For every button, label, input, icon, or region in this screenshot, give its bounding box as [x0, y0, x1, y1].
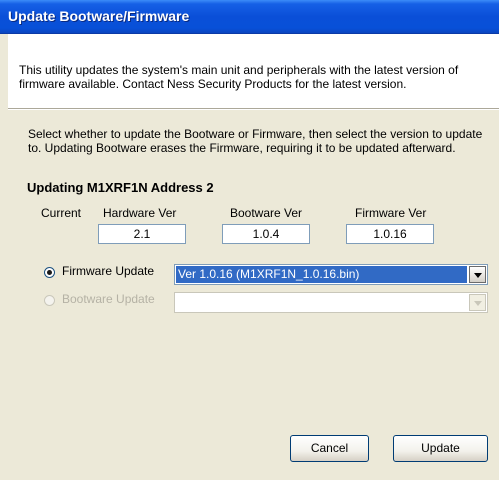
intro-text: This utility updates the system's main u…: [19, 63, 459, 91]
bootware-ver-field: 1.0.4: [222, 224, 310, 244]
firmware-version-select[interactable]: Ver 1.0.16 (M1XRF1N_1.0.16.bin): [174, 264, 488, 285]
firmware-ver-field: 1.0.16: [346, 224, 434, 244]
chevron-down-icon: [474, 273, 482, 278]
bootware-version-select[interactable]: [174, 292, 488, 313]
firmware-ver-label: Firmware Ver: [355, 206, 427, 220]
chevron-down-icon: [474, 301, 482, 306]
hardware-ver-label: Hardware Ver: [103, 206, 177, 220]
firmware-update-label[interactable]: Firmware Update: [62, 264, 154, 278]
instructions-text: Select whether to update the Bootware or…: [28, 127, 483, 155]
device-title: Updating M1XRF1N Address 2: [27, 180, 214, 195]
update-button[interactable]: Update: [393, 435, 488, 462]
left-edge: [0, 34, 8, 480]
bootware-ver-label: Bootware Ver: [230, 206, 303, 220]
firmware-dropdown-button[interactable]: [469, 266, 486, 283]
bootware-dropdown-button[interactable]: [469, 294, 486, 311]
current-label: Current: [41, 206, 82, 220]
bootware-version-value: [176, 294, 467, 311]
firmware-update-radio[interactable]: [44, 267, 55, 278]
title-bar[interactable]: Update Bootware/Firmware: [0, 0, 499, 34]
firmware-version-value: Ver 1.0.16 (M1XRF1N_1.0.16.bin): [176, 266, 467, 283]
window-title: Update Bootware/Firmware: [8, 8, 190, 24]
bootware-update-label[interactable]: Bootware Update: [62, 292, 155, 306]
bootware-update-radio[interactable]: [44, 295, 55, 306]
cancel-button[interactable]: Cancel: [290, 435, 369, 462]
hardware-ver-field: 2.1: [98, 224, 186, 244]
update-dialog: Update Bootware/Firmware This utility up…: [0, 0, 499, 480]
